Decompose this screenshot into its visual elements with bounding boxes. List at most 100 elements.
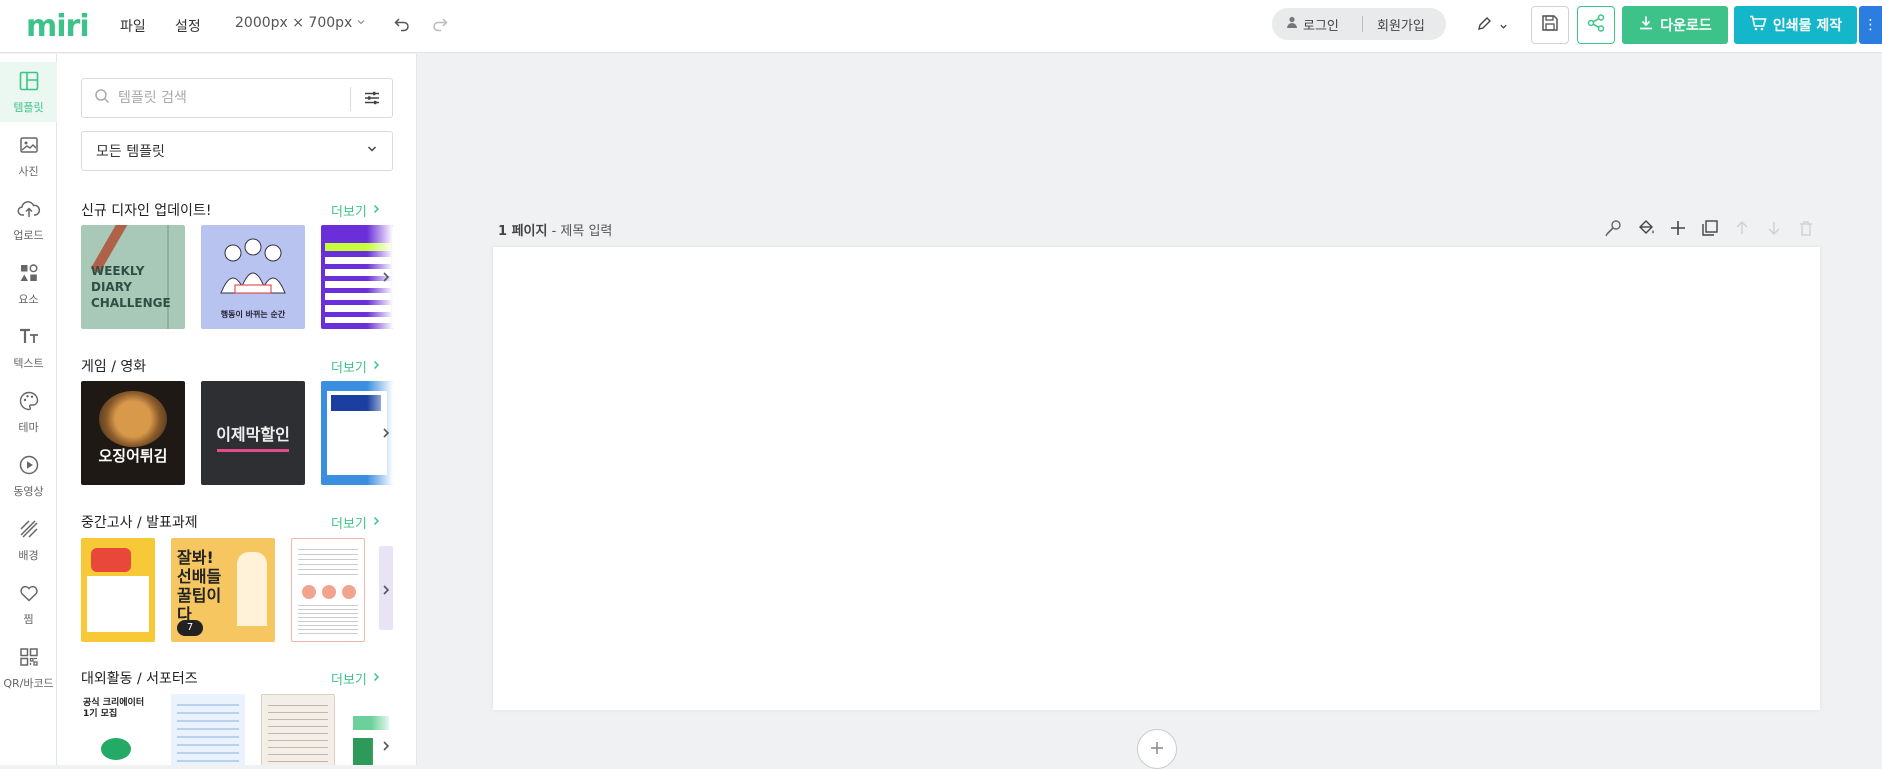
template-thumb-quiz[interactable] bbox=[81, 538, 155, 642]
play-icon bbox=[101, 738, 131, 760]
top-bar: miri 파일 설정 2000px × 700px 로그인 회원가입 다운로드 … bbox=[0, 0, 1882, 53]
more-link[interactable]: 더보기 bbox=[331, 513, 380, 532]
thumb-decoration bbox=[177, 704, 239, 764]
more-link[interactable]: 더보기 bbox=[331, 669, 380, 688]
thumb-decoration bbox=[302, 585, 316, 599]
layout-icon bbox=[18, 70, 40, 95]
thumb-text: 잘봐! 선배들 꿀팁이다 bbox=[177, 548, 222, 624]
template-thumb-form-blue[interactable] bbox=[171, 694, 245, 765]
page-toolbar bbox=[1604, 218, 1816, 242]
more-label: 더보기 bbox=[331, 673, 367, 688]
template-thumb-squid[interactable]: 오징어튀김 bbox=[81, 381, 185, 485]
plus-icon bbox=[1149, 737, 1165, 762]
share-button[interactable] bbox=[1577, 6, 1615, 44]
canvas-size-label: 2000px × 700px bbox=[235, 15, 353, 31]
download-button[interactable]: 다운로드 bbox=[1622, 6, 1728, 44]
rail-item-elements[interactable]: 요소 bbox=[0, 254, 57, 314]
add-icon[interactable] bbox=[1668, 218, 1688, 242]
template-thumb-moment[interactable]: 행동이 바뀌는 순간 bbox=[201, 225, 305, 329]
more-link[interactable]: 더보기 bbox=[331, 357, 380, 376]
chevron-right-icon[interactable] bbox=[379, 424, 393, 443]
duplicate-icon[interactable] bbox=[1700, 218, 1720, 242]
signup-button[interactable]: 회원가입 bbox=[1363, 15, 1425, 34]
template-thumb-weekly-diary[interactable]: WEEKLY DIARY CHALLENGE bbox=[81, 225, 185, 329]
app-logo[interactable]: miri bbox=[26, 9, 90, 44]
select-value: 모든 템플릿 bbox=[96, 144, 165, 160]
pen-icon bbox=[1476, 15, 1493, 36]
thumb-text: 오징어튀김 bbox=[98, 447, 168, 465]
qr-icon bbox=[18, 646, 40, 671]
template-thumb-report[interactable] bbox=[291, 538, 365, 642]
menu-file[interactable]: 파일 bbox=[120, 16, 146, 36]
magic-wand-icon[interactable] bbox=[1604, 218, 1624, 242]
menu-settings[interactable]: 설정 bbox=[175, 16, 201, 36]
rail-item-theme[interactable]: 테마 bbox=[0, 382, 57, 442]
rail-label: 배경 bbox=[18, 548, 39, 562]
more-options-button[interactable]: ⋮ bbox=[1859, 6, 1882, 44]
filter-button[interactable] bbox=[350, 87, 392, 111]
download-icon bbox=[1638, 15, 1654, 35]
thumb-decoration bbox=[322, 585, 336, 599]
trash-icon bbox=[1796, 218, 1816, 242]
template-thumb-sale[interactable]: 이제막할인 bbox=[201, 381, 305, 485]
section-title: 게임 / 영화 bbox=[81, 359, 147, 375]
page-count-badge: 7 bbox=[177, 620, 203, 636]
arrow-down-icon bbox=[1764, 218, 1784, 242]
rail-item-background[interactable]: 배경 bbox=[0, 510, 57, 570]
chevron-right-icon bbox=[373, 203, 380, 218]
template-thumb-jalbwa[interactable]: 잘봐! 선배들 꿀팁이다 7 bbox=[171, 538, 275, 642]
rail-item-qr[interactable]: QR/바코드 bbox=[0, 638, 57, 698]
undo-icon[interactable] bbox=[392, 14, 412, 34]
rail-label: 업로드 bbox=[13, 228, 44, 242]
rail-label: 동영상 bbox=[13, 484, 44, 498]
more-label: 더보기 bbox=[331, 517, 367, 532]
redo-icon[interactable] bbox=[430, 14, 450, 34]
paint-bucket-icon[interactable] bbox=[1636, 218, 1656, 242]
template-search bbox=[81, 78, 393, 118]
rail-item-photos[interactable]: 사진 bbox=[0, 126, 57, 186]
thumb-decoration bbox=[217, 449, 289, 452]
rail-item-templates[interactable]: 템플릿 bbox=[0, 62, 57, 122]
more-link[interactable]: 더보기 bbox=[331, 201, 380, 220]
food-image bbox=[99, 391, 167, 447]
canvas-size-dropdown[interactable]: 2000px × 700px bbox=[235, 15, 366, 31]
user-icon bbox=[1286, 16, 1298, 32]
rail-label: 요소 bbox=[18, 292, 39, 306]
thumb-decoration bbox=[87, 576, 149, 632]
chevron-right-icon[interactable] bbox=[379, 268, 393, 287]
rail-item-upload[interactable]: 업로드 bbox=[0, 190, 57, 250]
rail-label: 텍스트 bbox=[13, 356, 44, 370]
design-page[interactable] bbox=[493, 247, 1820, 710]
template-thumb-creator[interactable]: 공식 크리에이터 1기 모집 bbox=[81, 694, 155, 765]
upload-icon bbox=[17, 198, 41, 223]
add-page-button[interactable] bbox=[1137, 729, 1177, 769]
rail-item-video[interactable]: 동영상 bbox=[0, 446, 57, 506]
rail-item-favorites[interactable]: 찜 bbox=[0, 574, 57, 634]
template-category-select[interactable]: 모든 템플릿 bbox=[81, 131, 393, 171]
pattern-icon bbox=[18, 518, 40, 543]
search-icon bbox=[94, 88, 110, 108]
play-icon bbox=[18, 454, 40, 479]
shapes-icon bbox=[18, 262, 40, 287]
chevron-right-icon[interactable] bbox=[379, 581, 393, 600]
chevron-right-icon[interactable] bbox=[379, 737, 393, 756]
page-title-input[interactable]: - 제목 입력 bbox=[552, 224, 613, 239]
rail-item-text[interactable]: 텍스트 bbox=[0, 318, 57, 378]
login-button[interactable]: 로그인 bbox=[1272, 15, 1362, 34]
rail-label: QR/바코드 bbox=[3, 676, 54, 690]
section-title: 중간고사 / 발표과제 bbox=[81, 515, 198, 531]
save-button[interactable] bbox=[1531, 6, 1569, 44]
sliders-icon bbox=[364, 90, 380, 109]
download-label: 다운로드 bbox=[1660, 18, 1712, 34]
page-number: 1 페이지 bbox=[498, 224, 548, 239]
tool-rail: 템플릿 사진 업로드 요소 텍스트 테마 동영상 배경 찜 QR/바코드 bbox=[0, 54, 57, 765]
template-thumb-form-beige[interactable] bbox=[261, 694, 335, 765]
thumb-decoration bbox=[298, 605, 358, 637]
print-order-button[interactable]: 인쇄물 제작 bbox=[1734, 6, 1857, 44]
search-input[interactable] bbox=[118, 90, 338, 106]
chevron-right-icon bbox=[373, 359, 380, 374]
save-icon bbox=[1540, 13, 1560, 37]
thumb-text: WEEKLY DIARY CHALLENGE bbox=[91, 264, 171, 310]
login-label: 로그인 bbox=[1303, 18, 1339, 34]
pen-tool-dropdown[interactable] bbox=[1472, 14, 1512, 36]
